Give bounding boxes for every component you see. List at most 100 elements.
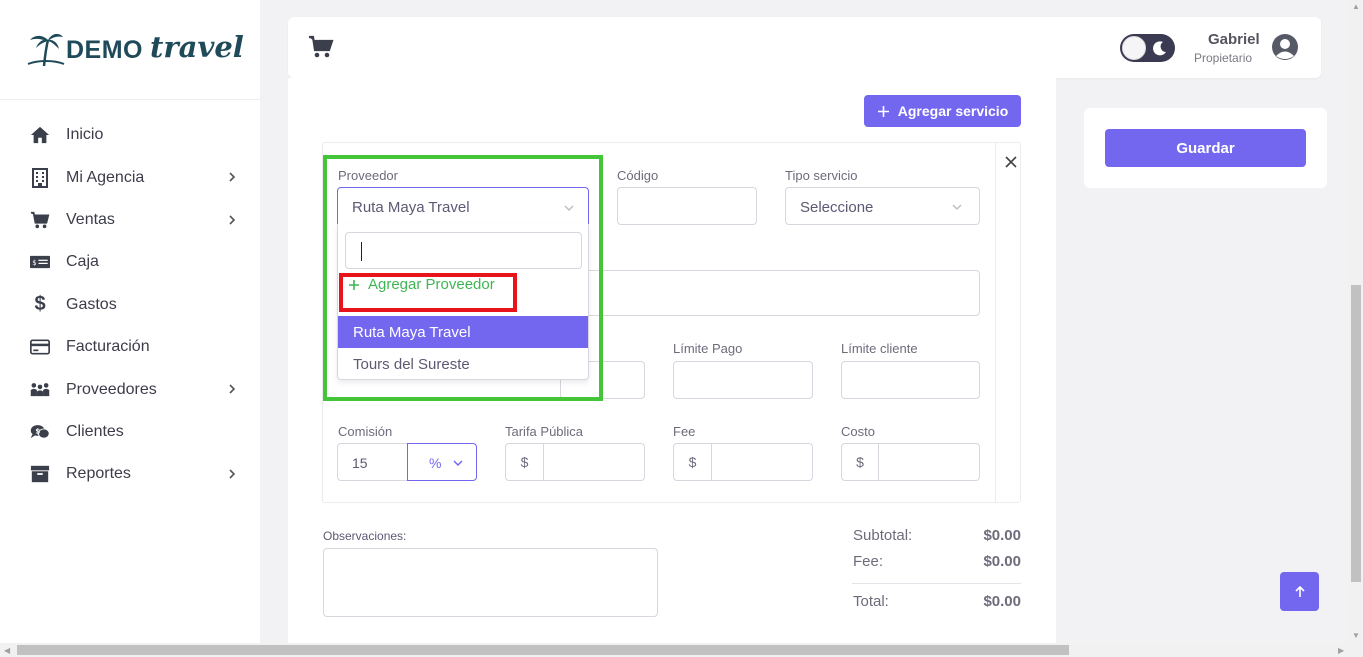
plus-icon [349,279,359,290]
sidebar-item-reportes[interactable]: Reportes [0,453,260,495]
limite-pago-label: Límite Pago [673,341,743,356]
brand-demo-text: DEMO [66,36,143,64]
dropdown-option-tours-sureste[interactable]: Tours del Sureste [338,348,588,380]
vertical-scroll-thumb[interactable] [1351,285,1361,582]
horizontal-scroll-thumb[interactable] [17,645,1069,655]
avatar-icon[interactable] [1271,33,1299,61]
cart-icon[interactable] [308,35,334,59]
sidebar-item-label: Ventas [66,210,115,228]
horizontal-scrollbar[interactable]: ◀ ▶ [0,643,1363,657]
sidebar-item-label: Facturación [66,338,150,356]
fee-currency-addon: $ [673,443,712,481]
proveedor-value: Ruta Maya Travel [352,199,470,216]
fee-total-value: $0.00 [983,553,1021,570]
sidebar-item-caja[interactable]: $ Caja [0,241,260,283]
sidebar-item-label: Reportes [66,465,131,483]
scroll-up-arrow-icon[interactable]: ▲ [1352,2,1360,11]
total-label: Total: [853,593,889,610]
home-icon [30,125,50,145]
save-button[interactable]: Guardar [1105,129,1306,167]
limite-cliente-input[interactable] [841,361,980,399]
sidebar-item-label: Inicio [66,126,104,144]
add-service-button[interactable]: Agregar servicio [864,95,1021,127]
archive-icon [30,464,50,484]
chevron-down-icon [564,205,574,211]
chevron-right-icon [229,172,236,182]
sidebar-item-facturacion[interactable]: Facturación [0,326,260,368]
chat-money-icon: $ [30,422,50,442]
proveedor-search-input[interactable] [345,232,582,269]
sidebar-item-label: Mi Agencia [66,168,145,186]
card-divider [995,143,996,502]
scroll-left-arrow-icon[interactable]: ◀ [4,646,10,655]
codigo-input[interactable] [617,187,757,225]
subtotal-value: $0.00 [983,527,1021,544]
scroll-right-arrow-icon[interactable]: ▶ [1338,646,1344,655]
building-icon [30,167,50,188]
subtotal-label: Subtotal: [853,527,913,544]
totals-divider [852,583,1021,584]
chevron-right-icon [229,215,236,225]
sidebar-item-gastos[interactable]: $ Gastos [0,284,260,326]
sidebar-item-label: Proveedores [66,380,157,398]
people-icon [30,380,50,400]
scroll-down-arrow-icon[interactable]: ▼ [1352,631,1360,640]
moon-icon [1153,41,1166,56]
tipo-servicio-value: Seleccione [800,199,874,216]
close-icon[interactable] [1004,155,1018,169]
sidebar-item-inicio[interactable]: Inicio [0,114,260,156]
arrow-up-icon [1294,585,1305,597]
tarifa-label: Tarifa Pública [505,424,584,439]
svg-text:$: $ [35,427,40,435]
codigo-label: Código [617,168,659,183]
tipo-servicio-select[interactable]: Seleccione [785,187,980,225]
sidebar-item-label: Clientes [66,422,124,440]
add-proveedor-option[interactable]: Agregar Proveedor [348,276,495,293]
add-service-label: Agregar servicio [897,103,1009,119]
toggle-knob [1122,36,1146,60]
comision-unit-select[interactable]: % [407,443,477,481]
chevron-down-icon [453,460,463,467]
tarifa-input[interactable] [543,443,645,481]
actions-panel: Guardar [1084,108,1327,188]
sidebar-item-mi-agencia[interactable]: Mi Agencia [0,156,260,198]
comision-value: 15 [352,455,368,471]
sidebar-item-proveedores[interactable]: Proveedores [0,368,260,410]
user-role: Propietario [1194,51,1253,65]
comision-label: Comisión [338,424,393,439]
sidebar-item-ventas[interactable]: Ventas [0,199,260,241]
brand-travel-text: travel [150,30,244,64]
observaciones-textarea[interactable] [323,548,658,617]
chevron-right-icon [229,384,236,394]
tipo-servicio-label: Tipo servicio [785,168,858,183]
proveedor-label: Proveedor [338,168,398,183]
cart-icon [30,210,50,230]
costo-currency-addon: $ [841,443,879,481]
tarifa-currency-addon: $ [505,443,544,481]
cash-icon: $ [30,252,50,272]
total-value: $0.00 [983,593,1021,610]
costo-input[interactable] [878,443,980,481]
sidebar: DEMO travel Inicio Mi Agencia Ventas $ C… [0,0,260,643]
proveedor-select[interactable]: Ruta Maya Travel [337,187,589,225]
limite-pago-input[interactable] [673,361,813,399]
brand-logo[interactable]: DEMO travel [0,0,260,100]
credit-card-icon [30,337,50,357]
fee-input[interactable] [711,443,813,481]
dropdown-option-ruta-maya[interactable]: Ruta Maya Travel [338,316,588,348]
sidebar-item-clientes[interactable]: $ Clientes [0,411,260,453]
comision-input[interactable]: 15 [337,443,409,481]
fee-label: Fee [673,424,696,439]
scroll-to-top-button[interactable] [1280,572,1319,611]
dark-mode-toggle[interactable] [1120,34,1175,62]
chevron-down-icon [952,204,962,210]
text-cursor [361,242,362,261]
proveedor-dropdown: Agregar Proveedor Ruta Maya Travel Tours… [337,224,589,380]
plus-icon [877,105,889,117]
palm-tree-icon [27,33,65,67]
costo-label: Costo [841,424,875,439]
add-proveedor-label: Agregar Proveedor [368,276,495,293]
limite-cliente-label: Límite cliente [841,341,918,356]
sidebar-item-label: Caja [66,253,99,271]
vertical-scrollbar[interactable]: ▲ ▼ [1349,0,1363,643]
